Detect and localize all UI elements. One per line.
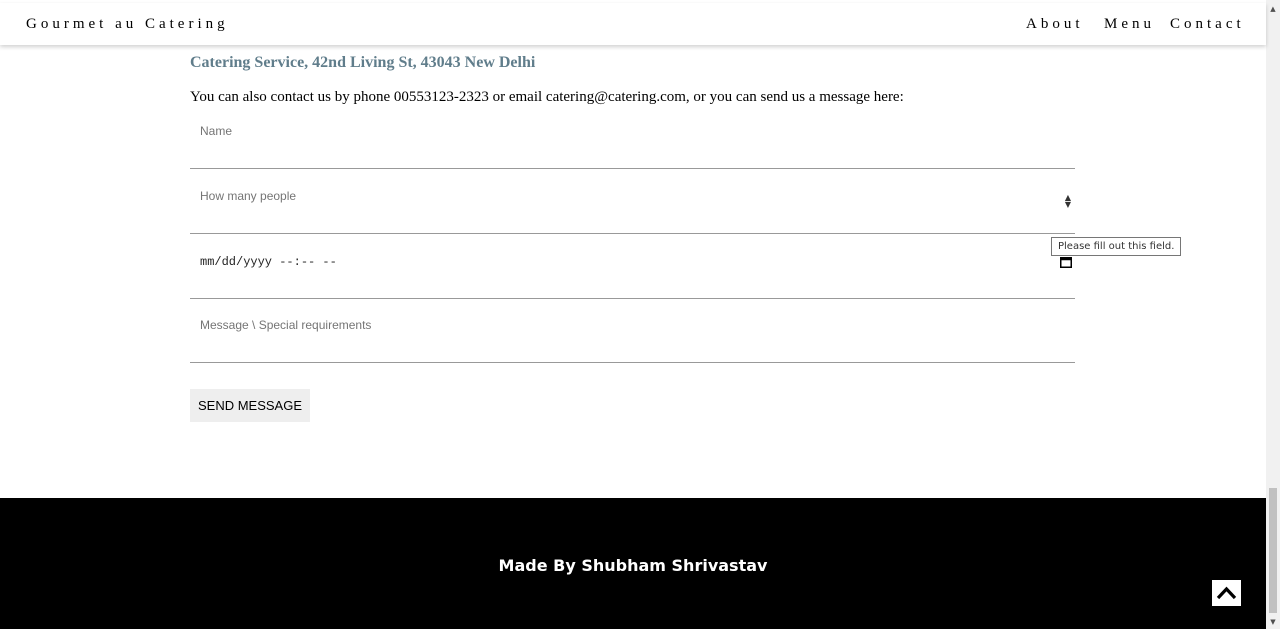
message-placeholder: Message \ Special requirements bbox=[200, 318, 372, 332]
message-input[interactable]: Message \ Special requirements bbox=[190, 318, 1075, 363]
nav-link-about[interactable]: About bbox=[1026, 16, 1084, 33]
number-spinner-icon[interactable]: ▲ ▼ bbox=[1063, 194, 1073, 209]
brand-logo-text[interactable]: Gourmet au Catering bbox=[26, 16, 229, 33]
name-input[interactable]: Name bbox=[190, 124, 1075, 169]
page-scrollbar[interactable]: ▲ ▼ bbox=[1266, 0, 1280, 629]
top-nav: Gourmet au Catering About Menu Contact bbox=[0, 3, 1266, 45]
datetime-input[interactable]: mm/dd/yyyy --:-- -- bbox=[190, 255, 1075, 299]
back-to-top-button[interactable] bbox=[1212, 580, 1241, 606]
footer-credit: Made By Shubham Shrivastav bbox=[498, 556, 768, 575]
datetime-placeholder: mm/dd/yyyy --:-- -- bbox=[200, 255, 337, 269]
chevron-up-icon bbox=[1216, 586, 1237, 600]
validation-tooltip: Please fill out this field. bbox=[1051, 237, 1182, 256]
nav-link-menu[interactable]: Menu bbox=[1104, 16, 1155, 33]
name-placeholder: Name bbox=[200, 124, 233, 138]
calendar-icon[interactable] bbox=[1060, 256, 1072, 268]
contact-address: Catering Service, 42nd Living St, 43043 … bbox=[190, 54, 536, 71]
scroll-up-arrow-icon[interactable]: ▲ bbox=[1266, 2, 1280, 16]
scrollbar-thumb[interactable] bbox=[1269, 488, 1277, 613]
scroll-down-arrow-icon[interactable]: ▼ bbox=[1266, 615, 1280, 629]
send-message-button[interactable]: SEND MESSAGE bbox=[190, 389, 310, 422]
people-count-input[interactable]: How many people ▲ ▼ bbox=[190, 189, 1075, 234]
nav-link-contact[interactable]: Contact bbox=[1170, 16, 1245, 33]
people-placeholder: How many people bbox=[200, 189, 297, 203]
contact-intro-text: You can also contact us by phone 0055312… bbox=[190, 89, 904, 105]
